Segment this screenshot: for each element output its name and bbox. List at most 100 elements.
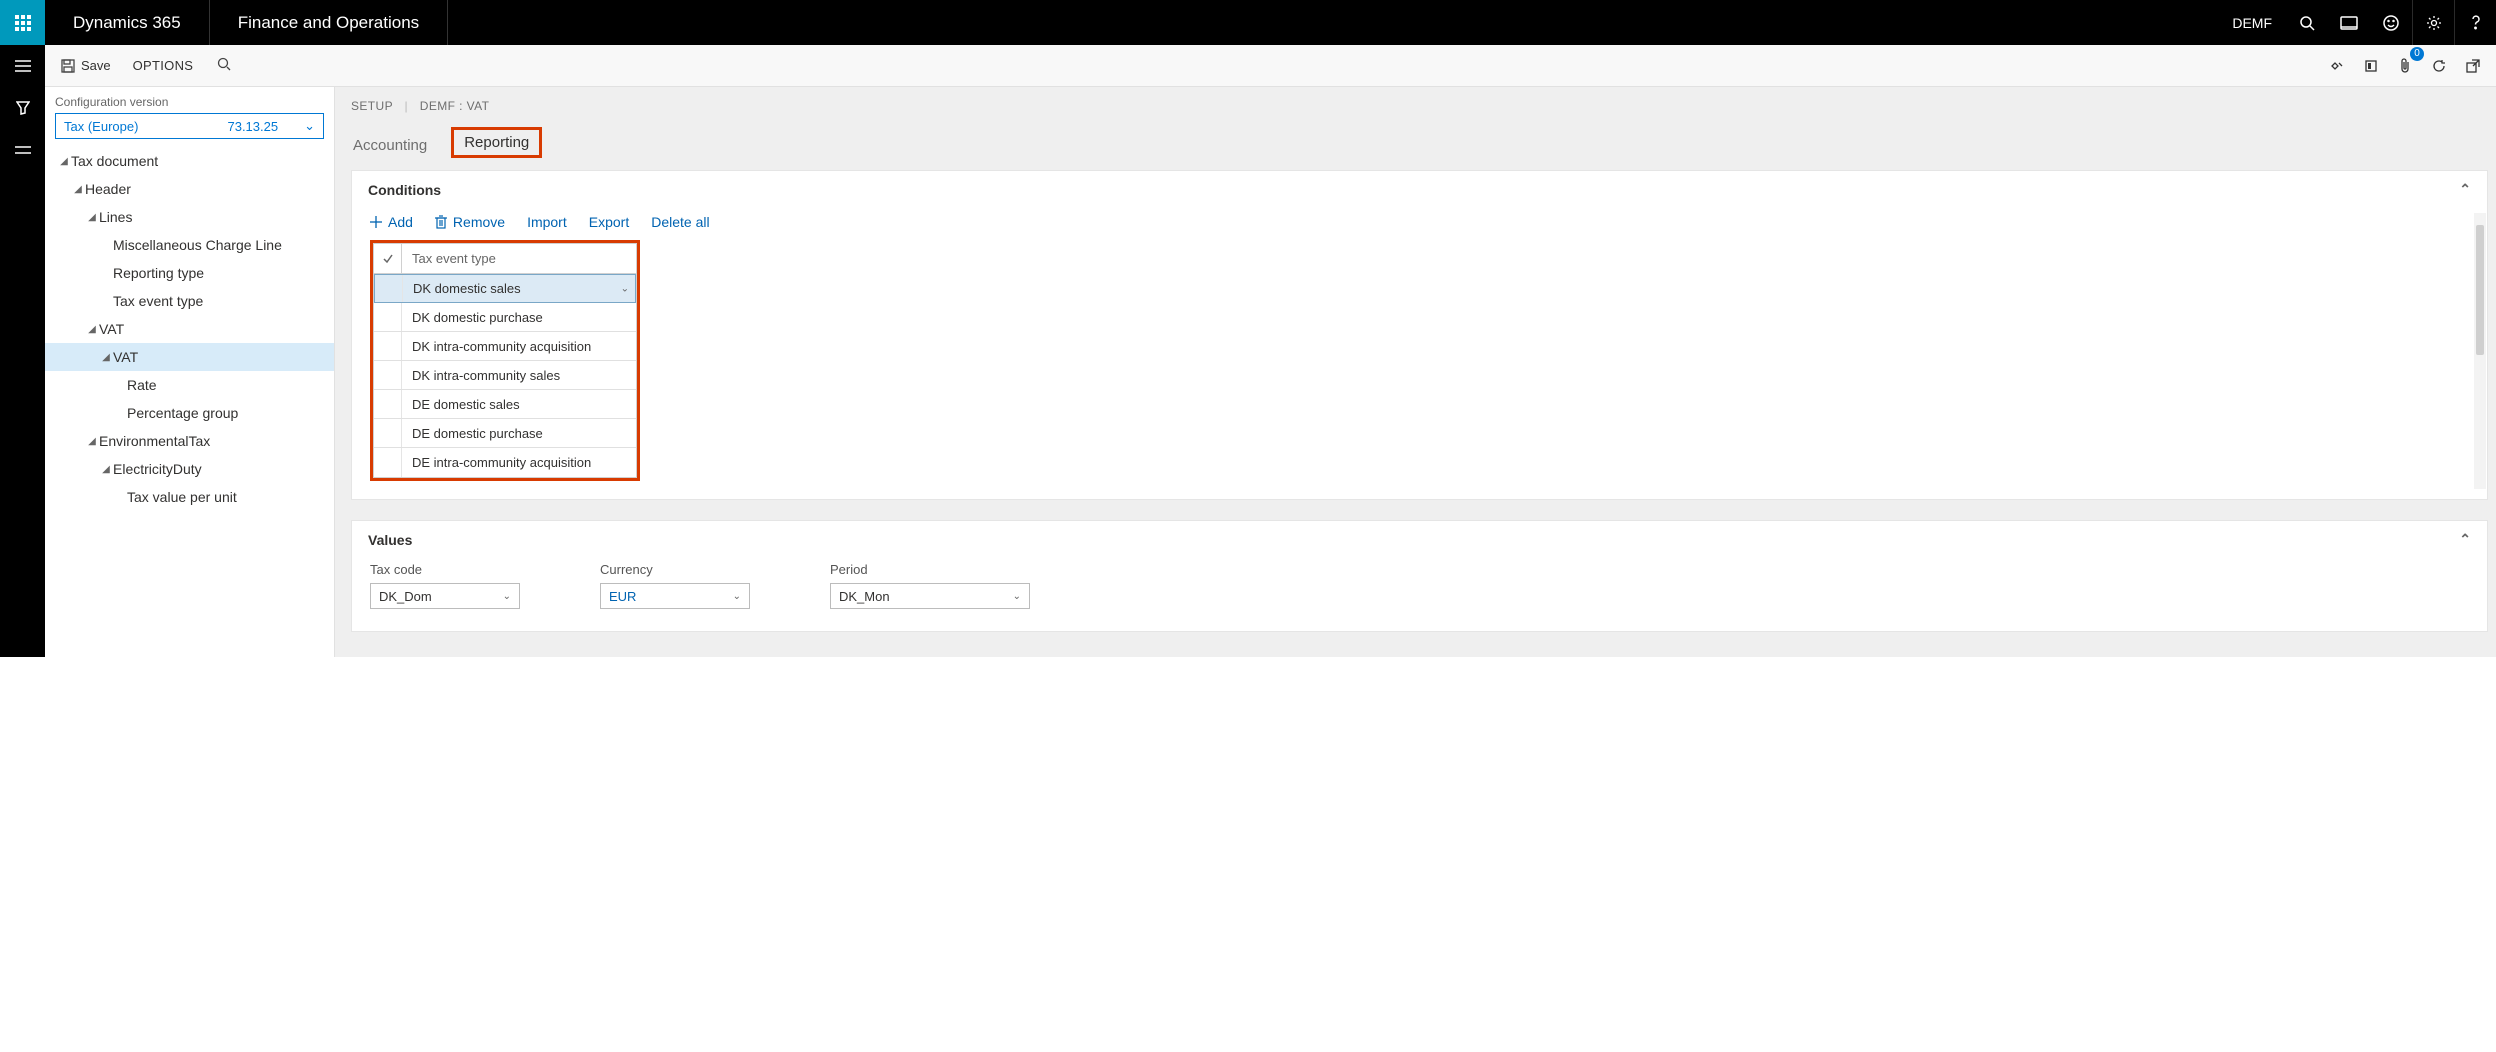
left-rail — [0, 45, 45, 657]
breadcrumb-setup: SETUP — [351, 99, 393, 113]
grid-cell: DK domestic sales — [413, 281, 521, 296]
grid-cell: DE domestic sales — [412, 397, 520, 412]
export-button[interactable]: Export — [589, 214, 629, 230]
values-title: Values — [368, 532, 412, 548]
tab-reporting[interactable]: Reporting — [456, 132, 537, 153]
tree-node-environmental-tax[interactable]: ◢EnvironmentalTax — [45, 427, 334, 455]
delete-all-button[interactable]: Delete all — [651, 214, 709, 230]
import-button[interactable]: Import — [527, 214, 567, 230]
grid-row[interactable]: DE domestic purchase — [374, 419, 636, 448]
values-panel: Values ⌃ Tax code DK_Dom ⌄ — [351, 520, 2488, 632]
grid-header: Tax event type — [374, 244, 636, 274]
task-recorder-icon[interactable] — [2328, 0, 2370, 45]
scrollbar[interactable] — [2474, 213, 2486, 489]
tree-node-misc-charge-line[interactable]: Miscellaneous Charge Line — [45, 231, 334, 259]
tab-accounting[interactable]: Accounting — [351, 133, 429, 158]
tree-node-vat[interactable]: ◢VAT — [45, 343, 334, 371]
popout-icon[interactable] — [2458, 51, 2488, 81]
chevron-down-icon: ⌄ — [304, 118, 315, 134]
tree-node-vat-group[interactable]: ◢VAT — [45, 315, 334, 343]
grid-cell: DK intra-community acquisition — [412, 339, 591, 354]
action-pane: Save OPTIONS 0 — [45, 45, 2496, 87]
grid-cell: DE domestic purchase — [412, 426, 543, 441]
trash-icon — [435, 215, 447, 229]
tax-code-value: DK_Dom — [379, 589, 432, 604]
save-label: Save — [81, 58, 111, 73]
highlight-box-grid: Tax event type DK domestic sales ⌄ DK dom… — [370, 240, 640, 481]
nav-pane-toggle-icon[interactable] — [0, 45, 45, 87]
tree-node-rate[interactable]: Rate — [45, 371, 334, 399]
chevron-down-icon[interactable]: ⌄ — [621, 283, 629, 294]
company-code[interactable]: DEMF — [2218, 15, 2286, 31]
attachments-icon[interactable]: 0 — [2390, 51, 2420, 81]
plus-icon — [370, 216, 382, 228]
currency-value: EUR — [609, 589, 636, 604]
help-icon[interactable] — [2454, 0, 2496, 45]
options-tab[interactable]: OPTIONS — [119, 50, 208, 81]
module-title[interactable]: Finance and Operations — [210, 0, 448, 45]
period-value: DK_Mon — [839, 589, 890, 604]
feedback-icon[interactable] — [2370, 0, 2412, 45]
chevron-down-icon: ⌄ — [1013, 591, 1021, 602]
add-button[interactable]: Add — [370, 214, 413, 230]
period-select[interactable]: DK_Mon ⌄ — [830, 583, 1030, 609]
remove-button[interactable]: Remove — [435, 214, 505, 230]
top-bar: Dynamics 365 Finance and Operations DEMF — [0, 0, 2496, 45]
conditions-title: Conditions — [368, 182, 441, 198]
personalize-icon[interactable] — [2322, 51, 2352, 81]
detail-area: SETUP | DEMF : VAT Accounting Reporting — [335, 87, 2496, 657]
brand-title[interactable]: Dynamics 365 — [45, 0, 210, 45]
tree-node-lines[interactable]: ◢Lines — [45, 203, 334, 231]
values-collapse-icon[interactable]: ⌃ — [2459, 531, 2471, 548]
conditions-toolbar: Add Remove Import Export Delete all — [352, 208, 2487, 240]
chevron-down-icon: ⌄ — [503, 591, 511, 602]
column-header-tax-event-type[interactable]: Tax event type — [402, 251, 506, 266]
add-label: Add — [388, 214, 413, 230]
config-version-number: 73.13.25 — [227, 119, 278, 134]
tree-node-header[interactable]: ◢Header — [45, 175, 334, 203]
tree-node-percentage-group[interactable]: Percentage group — [45, 399, 334, 427]
conditions-grid: Tax event type DK domestic sales ⌄ DK dom… — [373, 243, 637, 478]
config-version-select[interactable]: Tax (Europe) 73.13.25 ⌄ — [55, 113, 324, 139]
grid-row[interactable]: DK domestic sales ⌄ — [374, 274, 636, 303]
tree-node-tax-value-per-unit[interactable]: Tax value per unit — [45, 483, 334, 511]
related-records-icon[interactable] — [0, 129, 45, 171]
tree-node-tax-event-type[interactable]: Tax event type — [45, 287, 334, 315]
tax-code-select[interactable]: DK_Dom ⌄ — [370, 583, 520, 609]
grid-cell: DK intra-community sales — [412, 368, 560, 383]
tree-node-electricity-duty[interactable]: ◢ElectricityDuty — [45, 455, 334, 483]
attachments-badge: 0 — [2410, 47, 2424, 61]
select-all-checkbox[interactable] — [374, 244, 402, 273]
grid-cell: DK domestic purchase — [412, 310, 543, 325]
save-icon — [61, 59, 75, 73]
filter-icon[interactable] — [0, 87, 45, 129]
detail-tabs: Accounting Reporting — [351, 127, 2488, 158]
tree-node-reporting-type[interactable]: Reporting type — [45, 259, 334, 287]
breadcrumb-entity: DEMF : VAT — [420, 99, 490, 113]
remove-label: Remove — [453, 214, 505, 230]
app-launcher-icon[interactable] — [0, 0, 45, 45]
conditions-collapse-icon[interactable]: ⌃ — [2459, 181, 2471, 198]
grid-row[interactable]: DE intra-community acquisition — [374, 448, 636, 477]
tax-code-label: Tax code — [370, 562, 520, 577]
currency-label: Currency — [600, 562, 750, 577]
grid-row[interactable]: DE domestic sales — [374, 390, 636, 419]
search-icon[interactable] — [2286, 0, 2328, 45]
config-name: Tax (Europe) — [64, 119, 138, 134]
tree-panel: Configuration version Tax (Europe) 73.13… — [45, 87, 335, 657]
period-label: Period — [830, 562, 1030, 577]
chevron-down-icon: ⌄ — [733, 591, 741, 602]
highlight-box-reporting: Reporting — [451, 127, 542, 158]
save-button[interactable]: Save — [53, 54, 119, 77]
tree-node-tax-document[interactable]: ◢Tax document — [45, 147, 334, 175]
conditions-panel: Conditions ⌃ Add Remove — [351, 170, 2488, 500]
currency-select[interactable]: EUR ⌄ — [600, 583, 750, 609]
action-search-icon[interactable] — [207, 49, 241, 82]
grid-row[interactable]: DK intra-community sales — [374, 361, 636, 390]
office-addins-icon[interactable] — [2356, 51, 2386, 81]
grid-row[interactable]: DK intra-community acquisition — [374, 332, 636, 361]
config-version-label: Configuration version — [45, 95, 334, 113]
settings-icon[interactable] — [2412, 0, 2454, 45]
grid-row[interactable]: DK domestic purchase — [374, 303, 636, 332]
refresh-icon[interactable] — [2424, 51, 2454, 81]
